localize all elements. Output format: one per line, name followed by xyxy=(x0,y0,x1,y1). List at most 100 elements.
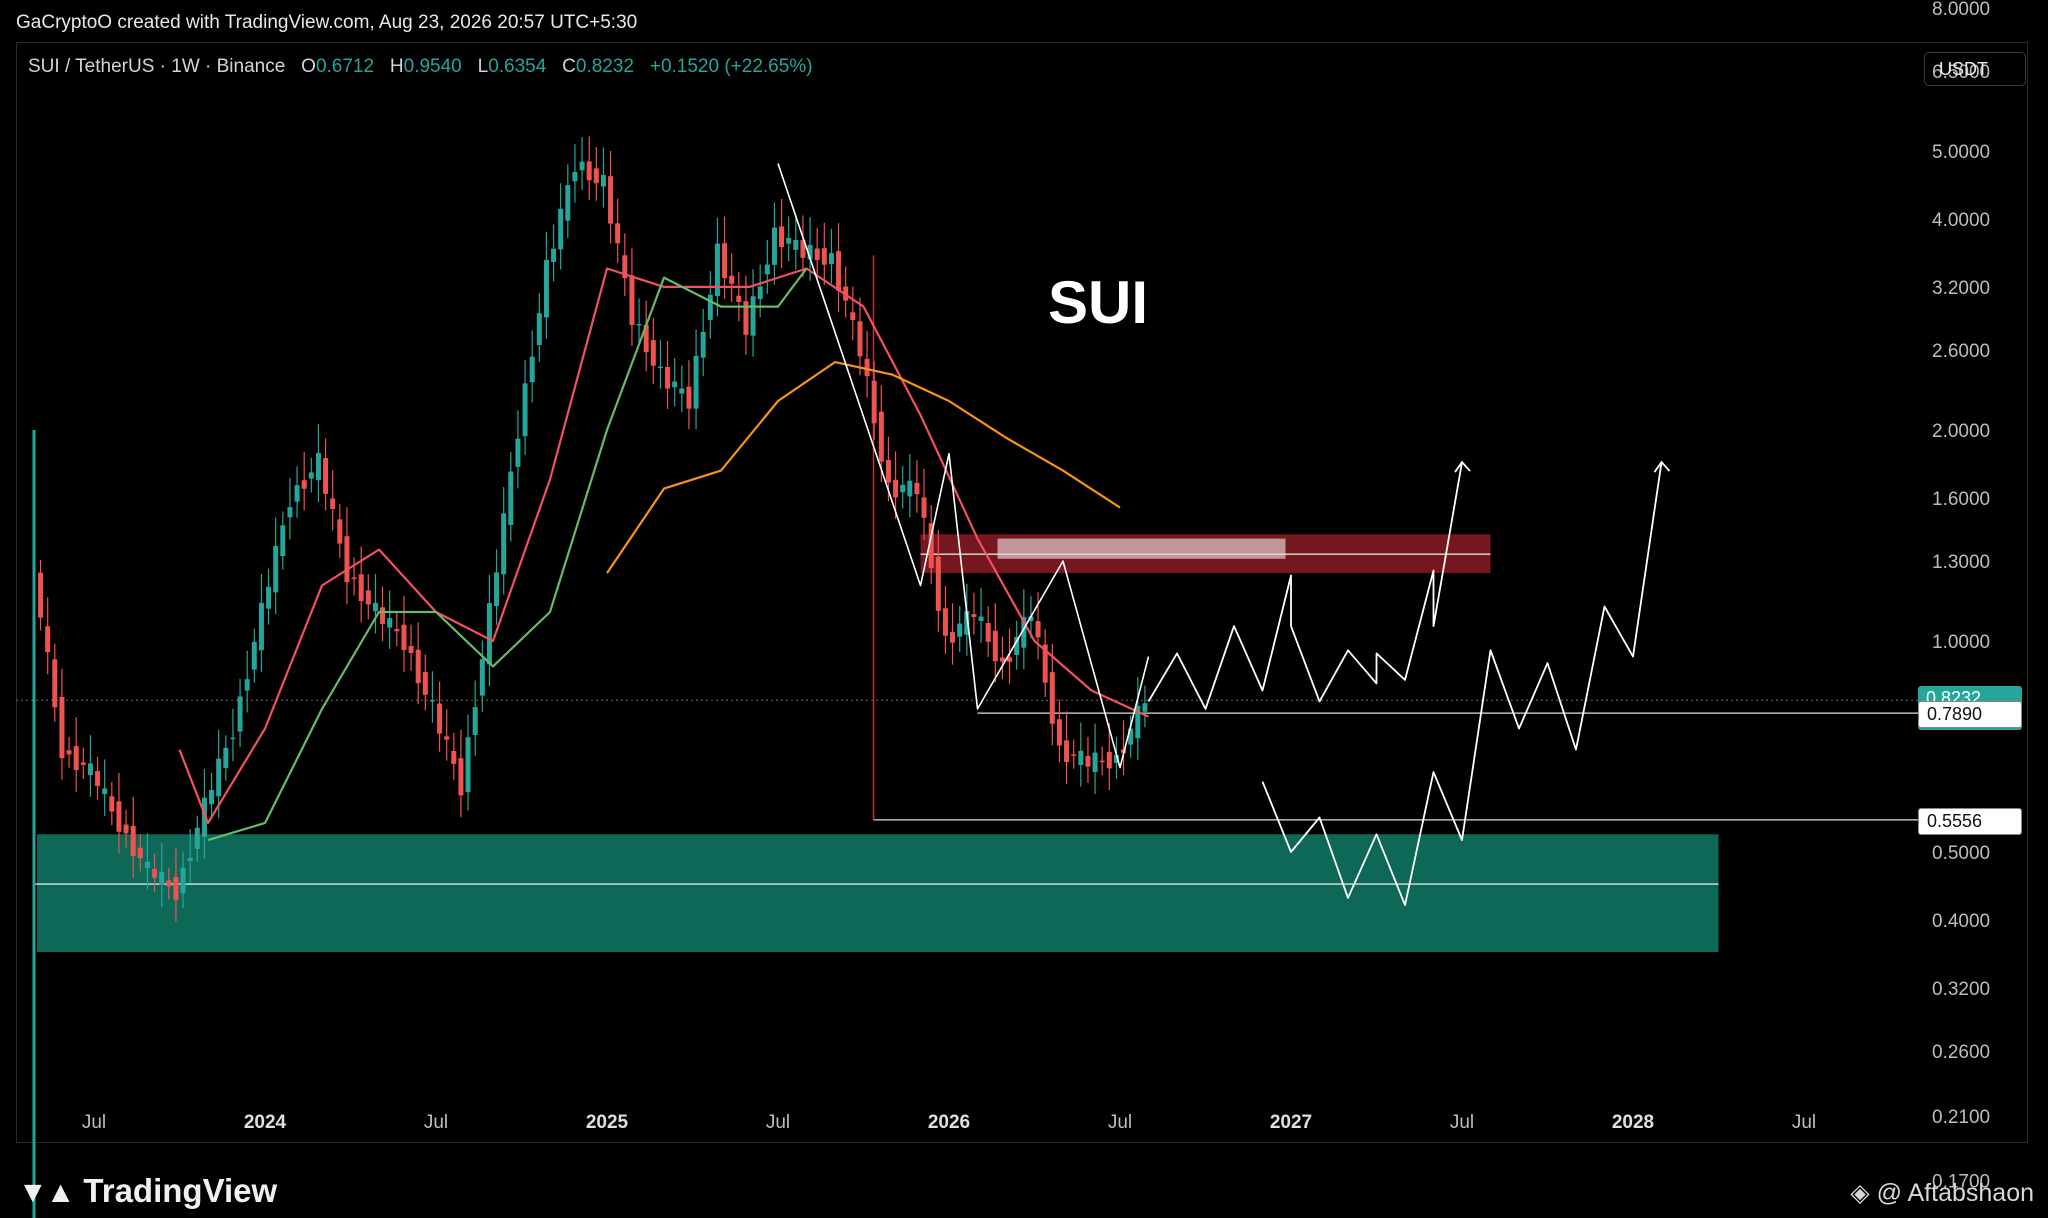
y-axis-tick-label: 1.3000 xyxy=(1932,552,1990,573)
tradingview-logo[interactable]: ▼▲ TradingView xyxy=(18,1172,277,1210)
symbol-label[interactable]: SUI / TetherUS · 1W · Binance xyxy=(28,56,285,77)
close-value: 0.8232 xyxy=(575,56,635,77)
candle-body xyxy=(472,707,478,736)
candle-body xyxy=(137,847,143,859)
candle-body xyxy=(579,161,585,171)
candle-body xyxy=(116,801,122,832)
candle-body xyxy=(351,577,357,579)
y-axis-tick-label: 5.0000 xyxy=(1932,142,1990,163)
candle-body xyxy=(323,458,329,494)
candle-body xyxy=(935,556,941,611)
currency-button[interactable]: USDT xyxy=(1924,52,2026,86)
candle-body xyxy=(194,827,200,849)
candle-body xyxy=(244,679,250,691)
candle-body xyxy=(308,472,314,479)
candle-body xyxy=(458,758,464,796)
price-chart[interactable]: 10.00008.00006.50005.00004.00003.20002.6… xyxy=(0,0,2048,1218)
level-price-label: 0.7890 xyxy=(1918,701,2022,729)
candle-body xyxy=(821,248,827,265)
candle-body xyxy=(764,264,770,275)
candle-body xyxy=(223,747,229,768)
candle-body xyxy=(636,324,642,326)
candle-body xyxy=(757,286,763,300)
y-axis-tick-label: 2.6000 xyxy=(1932,341,1990,362)
scenario-up-path xyxy=(1147,461,1463,710)
chart-title: SUI xyxy=(1048,269,1149,336)
candle-body xyxy=(793,240,799,250)
x-axis-tick-label: 2027 xyxy=(1270,1112,1312,1133)
candle-body xyxy=(864,358,870,377)
candle-body xyxy=(95,770,101,786)
candle-body xyxy=(159,871,165,885)
candle-body xyxy=(586,161,592,181)
author-watermark: ◈ @ Aftabshaon xyxy=(1850,1178,2034,1208)
watermark-text: @ Aftabshaon xyxy=(1876,1179,2034,1207)
candle-body xyxy=(608,176,614,224)
candle-body xyxy=(422,672,428,695)
candle-body xyxy=(237,696,243,732)
resistance-highlight xyxy=(997,538,1286,559)
candle-body xyxy=(52,659,58,708)
candle-body xyxy=(173,876,179,900)
candle-body xyxy=(750,296,756,336)
candle-body xyxy=(45,626,51,653)
candle-body xyxy=(1064,740,1070,763)
candle-body xyxy=(957,623,963,637)
ma-mid-line xyxy=(207,267,808,842)
candle-body xyxy=(216,758,222,797)
candle-body xyxy=(985,623,991,642)
x-axis-tick-label: 2026 xyxy=(928,1112,970,1133)
candle-body xyxy=(814,248,820,261)
candle-body xyxy=(365,590,371,605)
tradingview-logo-icon: ▼▲ xyxy=(18,1176,75,1209)
x-axis-tick-label: Jul xyxy=(1450,1112,1474,1133)
candle-body xyxy=(515,438,521,467)
x-axis-tick-label: Jul xyxy=(424,1112,448,1133)
candle-body xyxy=(700,331,706,358)
candle-body xyxy=(600,174,606,187)
candle-body xyxy=(779,226,785,247)
candle-body xyxy=(650,340,656,366)
low-label: L xyxy=(477,56,489,77)
candle-body xyxy=(871,380,877,424)
candle-body xyxy=(130,825,136,857)
candle-body xyxy=(729,275,735,284)
candle-body xyxy=(344,536,350,583)
y-axis-tick-label: 0.5000 xyxy=(1932,843,1990,864)
candle-body xyxy=(942,608,948,636)
y-axis-tick-label: 0.2100 xyxy=(1932,1107,1990,1128)
candle-body xyxy=(878,411,884,462)
candle-body xyxy=(615,223,621,244)
candle-body xyxy=(152,868,158,878)
candle-body xyxy=(358,574,364,602)
candle-body xyxy=(380,607,386,624)
candle-body xyxy=(501,513,507,575)
candle-body xyxy=(372,602,378,612)
candle-body xyxy=(1085,755,1091,767)
candle-body xyxy=(258,602,264,651)
candle-body xyxy=(529,356,535,383)
candle-body xyxy=(722,243,728,279)
candle-body xyxy=(679,388,685,394)
candle-body xyxy=(1099,760,1105,763)
candle-body xyxy=(828,253,834,265)
candle-body xyxy=(315,452,321,481)
candle-body xyxy=(508,471,514,525)
candle-body xyxy=(522,383,528,437)
x-axis-tick-label: 2028 xyxy=(1612,1112,1654,1133)
candle-body xyxy=(66,750,72,755)
candle-body xyxy=(665,367,671,389)
candle-body xyxy=(301,480,307,489)
candle-body xyxy=(558,208,564,250)
candle-body xyxy=(1071,754,1077,756)
candle-body xyxy=(1142,703,1148,712)
y-axis-tick-label: 0.2600 xyxy=(1932,1042,1990,1063)
candle-body xyxy=(465,737,471,793)
candle-body xyxy=(836,251,842,291)
candle-body xyxy=(1092,752,1098,773)
candle-body xyxy=(992,630,998,662)
candle-body xyxy=(714,243,720,297)
candle-body xyxy=(657,366,663,369)
support-zone xyxy=(37,834,1719,952)
candle-body xyxy=(180,867,186,894)
